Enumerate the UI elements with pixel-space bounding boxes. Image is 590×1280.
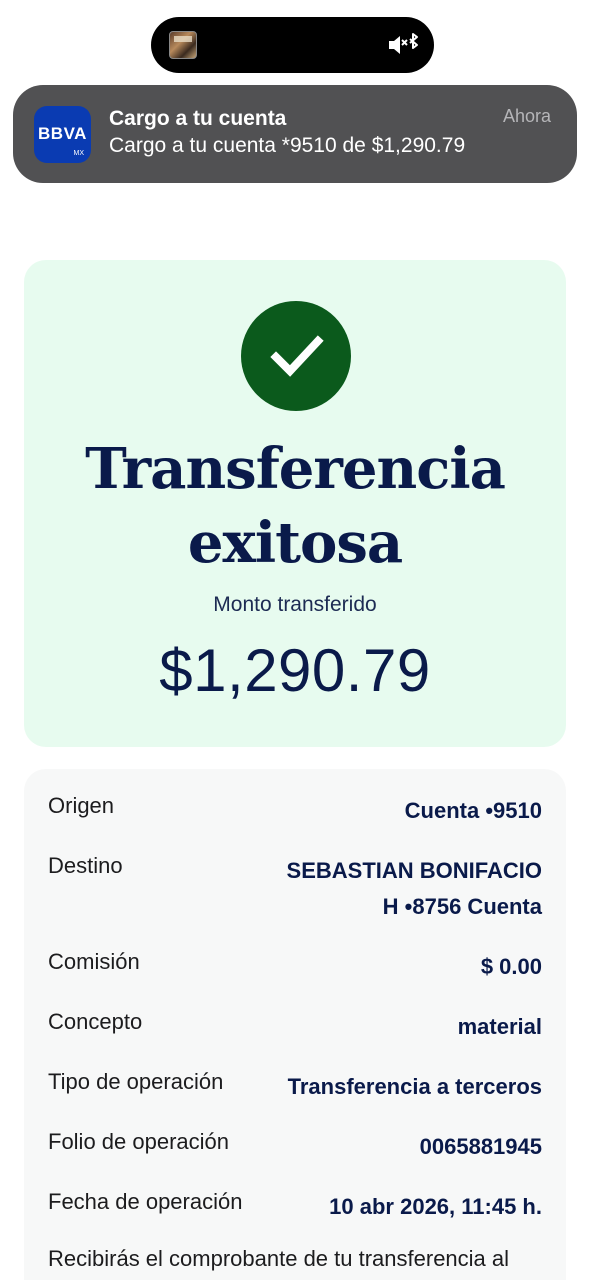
destino-label: Destino <box>48 853 123 878</box>
concepto-label: Concepto <box>48 1009 143 1034</box>
destino-value-line2: H •8756 Cuenta <box>382 894 542 919</box>
bbva-app-icon: BBVA MX <box>34 106 91 163</box>
row-destino: Destino SEBASTIAN BONIFACIO H •8756 Cuen… <box>48 853 542 925</box>
success-title-line1: Transferencia <box>85 436 506 502</box>
amount-value: $1,290.79 <box>159 637 431 704</box>
notification-time: Ahora <box>502 106 551 126</box>
row-tipo: Tipo de operación Transferencia a tercer… <box>48 1069 542 1105</box>
app-icon-text: BBVA <box>38 124 87 143</box>
origen-value: Cuenta •9510 <box>404 798 542 823</box>
amount-label: Monto transferido <box>213 593 377 616</box>
fecha-label: Fecha de operación <box>48 1189 243 1214</box>
silent-bluetooth-icon <box>389 33 418 54</box>
concepto-value: material <box>457 1014 542 1039</box>
row-folio: Folio de operación 0065881945 <box>48 1129 542 1165</box>
row-fecha: Fecha de operación 10 abr 2026, 11:45 h. <box>48 1189 542 1225</box>
row-concepto: Concepto material <box>48 1009 542 1045</box>
tipo-value: Transferencia a terceros <box>287 1074 542 1099</box>
notification-body: Cargo a tu cuenta *9510 de $1,290.79 <box>109 134 466 157</box>
comision-value: $ 0.00 <box>480 954 542 979</box>
origen-label: Origen <box>48 793 115 818</box>
success-title: Transferencia exitosa <box>24 432 566 580</box>
fecha-value: 10 abr 2026, 11:45 h. <box>329 1194 542 1219</box>
notification-title: Cargo a tu cuenta <box>109 107 287 130</box>
folio-label: Folio de operación <box>48 1129 230 1154</box>
row-origen: Origen Cuenta •9510 <box>48 793 542 829</box>
app-icon-subtext: MX <box>73 150 85 157</box>
check-icon <box>241 301 351 411</box>
dynamic-island[interactable] <box>151 17 434 73</box>
album-art-thumbnail <box>169 31 197 59</box>
comision-label: Comisión <box>48 949 140 974</box>
receipt-notice: Recibirás el comprobante de tu transfere… <box>48 1246 510 1271</box>
row-comision: Comisión $ 0.00 <box>48 949 542 985</box>
success-card: Transferencia exitosa Monto transferido … <box>24 260 566 747</box>
details-card: Origen Cuenta •9510 Destino SEBASTIAN BO… <box>24 769 566 1280</box>
destino-value: SEBASTIAN BONIFACIO H •8756 Cuenta <box>287 853 542 925</box>
notification-banner[interactable]: BBVA MX Cargo a tu cuenta Cargo a tu cue… <box>13 85 577 183</box>
success-title-line2: exitosa <box>187 510 403 576</box>
destino-value-line1: SEBASTIAN BONIFACIO <box>286 858 542 883</box>
folio-value: 0065881945 <box>419 1134 542 1159</box>
tipo-label: Tipo de operación <box>48 1069 224 1094</box>
